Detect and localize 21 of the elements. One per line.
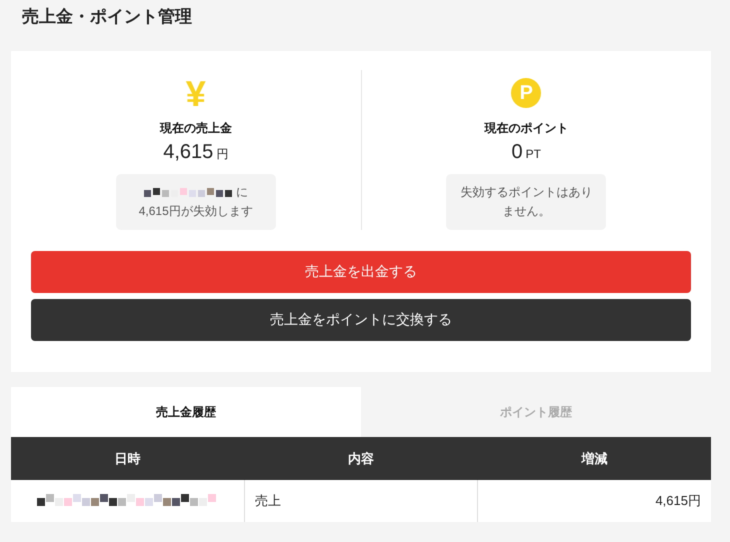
balance-unit: PT <box>526 147 541 161</box>
balance-amount: 4,615 <box>163 141 214 164</box>
table-cell: 売上 <box>244 480 478 522</box>
table-cell: 4,615円 <box>478 480 711 522</box>
point-coin-icon: P <box>511 78 542 108</box>
balance-label: 現在の売上金 <box>160 120 232 137</box>
balance-label: 現在のポイント <box>484 120 568 137</box>
page-title: 売上金・ポイント管理 <box>21 6 193 28</box>
expiry-note-text: 失効するポイントはあり <box>460 184 592 201</box>
expiry-note-text: に <box>236 184 248 201</box>
history-tab[interactable]: 売上金履歴 <box>11 387 361 437</box>
exchange-button[interactable]: 売上金をポイントに交換する <box>31 299 691 341</box>
expiry-note-text: 4,615円が失効します <box>138 203 253 220</box>
balance-amount: 0 <box>512 141 523 164</box>
column-header: 増減 <box>478 437 711 480</box>
expiry-note-text: ません。 <box>502 203 550 220</box>
column-header: 日時 <box>11 437 244 480</box>
balance-unit: 円 <box>216 146 228 163</box>
column-header: 内容 <box>244 437 478 480</box>
yen-icon: ¥ <box>186 78 206 110</box>
withdraw-button[interactable]: 売上金を出金する <box>31 251 691 293</box>
